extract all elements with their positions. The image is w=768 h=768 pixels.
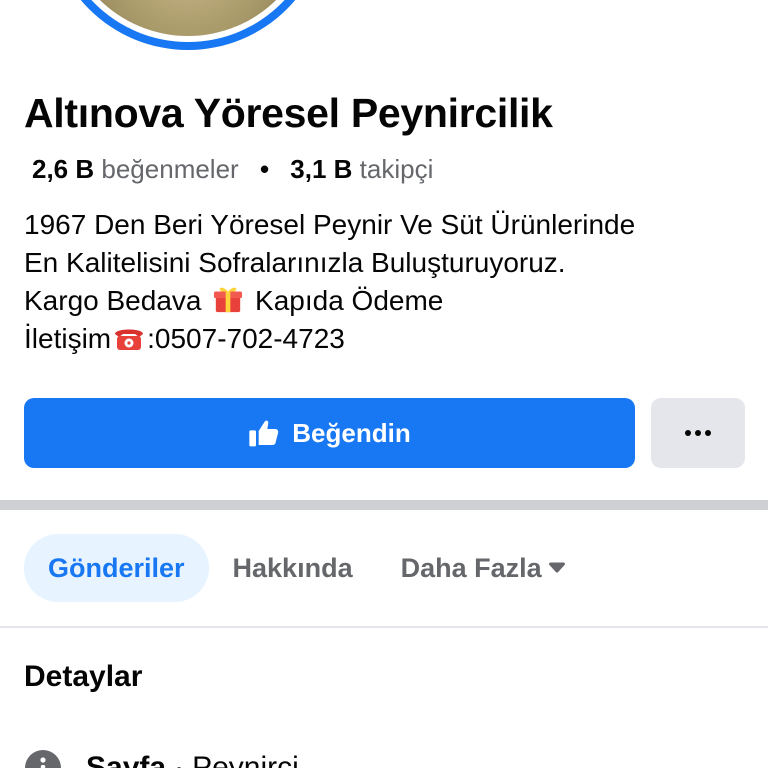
page-bio: 1967 Den Beri Yöresel Peynir Ve Süt Ürün…	[24, 206, 754, 358]
tab-about[interactable]: Hakkında	[209, 534, 377, 602]
section-divider	[0, 500, 768, 510]
detail-row-category: Sayfa · Peynirci	[24, 748, 299, 768]
details-title: Detaylar	[24, 660, 143, 693]
tab-more-label: Daha Fazla	[400, 552, 542, 583]
page-tabs: Gönderiler Hakkında Daha Fazla	[24, 534, 590, 602]
bio-line-4: İletişim :0507-702-4723	[24, 320, 754, 358]
detail-category-label: Sayfa	[86, 751, 167, 768]
bio-contact-label: İletişim	[24, 323, 112, 354]
stats-separator: •	[259, 154, 270, 184]
page-title: Altınova Yöresel Peynircilik	[24, 90, 553, 136]
thumbs-up-icon	[249, 420, 279, 447]
likes-count: 2,6 B	[32, 154, 95, 184]
bio-shipping-text: Kargo Bedava	[24, 285, 202, 316]
detail-category-value: Peynirci	[192, 751, 299, 768]
bio-line-1: 1967 Den Beri Yöresel Peynir Ve Süt Ürün…	[24, 209, 636, 240]
info-icon	[25, 750, 61, 768]
page-stats: 2,6 B beğenmeler • 3,1 B takipçi	[32, 154, 433, 185]
bio-line-3: Kargo Bedava Kapıda Ödeme	[24, 282, 754, 320]
tab-posts-label: Gönderiler	[48, 552, 185, 583]
profile-picture-ring[interactable]	[48, 0, 328, 50]
bio-line-2: En Kalitelisini Sofralarınızla Buluşturu…	[24, 247, 566, 278]
caret-down-icon	[548, 562, 565, 573]
followers-stat[interactable]: 3,1 B takipçi	[290, 154, 433, 184]
followers-count: 3,1 B	[290, 154, 353, 184]
tabs-divider	[0, 626, 768, 628]
more-options-button[interactable]	[651, 398, 745, 468]
tab-posts[interactable]: Gönderiler	[24, 534, 209, 602]
more-dots-icon	[685, 430, 711, 436]
tab-about-label: Hakkında	[232, 552, 353, 583]
gift-emoji-icon	[214, 287, 243, 313]
like-button-label: Beğendin	[292, 417, 411, 448]
telephone-emoji-icon	[115, 329, 144, 350]
bio-payment-text: Kapıda Ödeme	[255, 285, 444, 316]
likes-label: beğenmeler	[101, 154, 239, 184]
followers-label: takipçi	[359, 154, 434, 184]
profile-picture	[62, 0, 314, 36]
detail-separator: ·	[174, 751, 185, 768]
profile-picture-frame	[56, 0, 320, 42]
likes-stat[interactable]: 2,6 B beğenmeler	[32, 154, 246, 184]
bio-phone-number[interactable]: :0507-702-4723	[147, 323, 345, 354]
like-button[interactable]: Beğendin	[24, 398, 635, 468]
tab-more[interactable]: Daha Fazla	[377, 534, 590, 602]
